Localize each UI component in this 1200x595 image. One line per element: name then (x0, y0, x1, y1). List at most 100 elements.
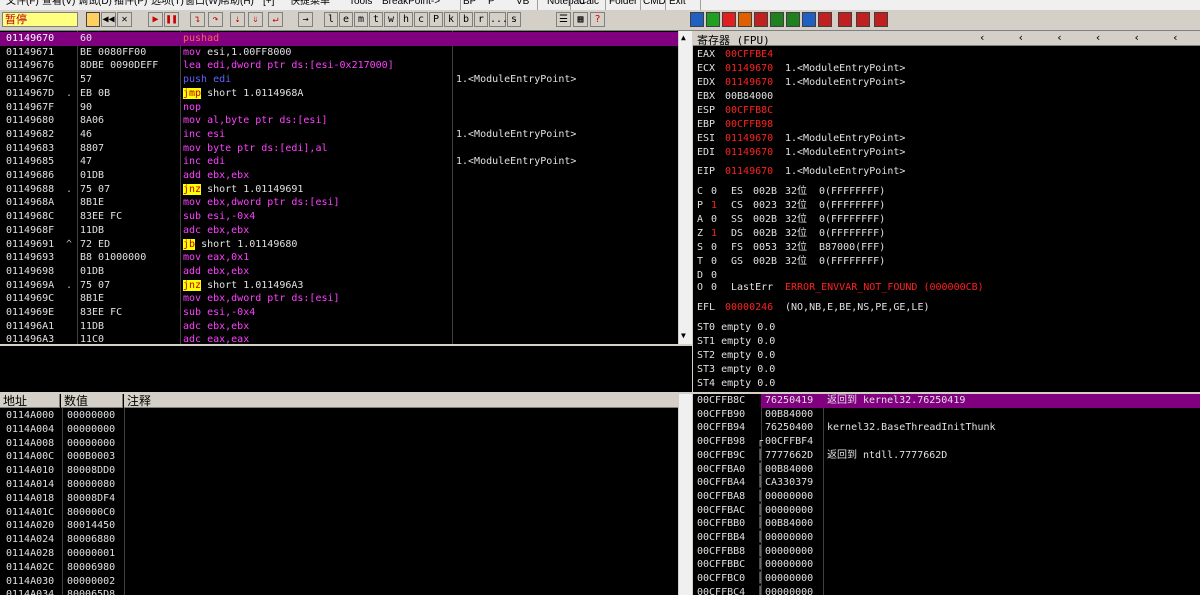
toolbar-letter-t[interactable]: t (369, 12, 383, 27)
menu-item[interactable]: 调试(D) (78, 0, 112, 7)
dump-scrollbar[interactable] (679, 394, 692, 595)
fpu-register[interactable]: ST1 empty 0.0 (697, 335, 775, 349)
menu-item[interactable]: Exit (669, 0, 686, 7)
dump-value[interactable]: 00000001 (67, 547, 115, 561)
stack-value[interactable]: 76250400 (765, 421, 813, 435)
efl-value[interactable]: 00000246 (725, 301, 773, 315)
dump-value[interactable]: 800065D8 (67, 588, 115, 595)
fpu-register[interactable]: ST4 empty 0.0 (697, 377, 775, 391)
windows-icon[interactable]: ▦ (573, 12, 588, 27)
dump-value[interactable]: 00000000 (67, 423, 115, 437)
close-icon[interactable]: ✕ (117, 12, 132, 27)
open-icon[interactable] (86, 12, 100, 27)
stack-value[interactable]: 00000000 (765, 531, 813, 545)
dump-address[interactable]: 0114A020 (6, 519, 54, 533)
toolbar-letter-k[interactable]: k (444, 12, 458, 27)
dump-address[interactable]: 0114A00C (6, 450, 54, 464)
disassembly-pane[interactable]: 01149670 60 pushad 01149671 BE 0080FF00 mov e… (0, 31, 678, 344)
register-value[interactable]: 01149670 (725, 132, 773, 146)
disasm-instruction[interactable]: mov byte ptr ds:[edi],al (183, 142, 328, 156)
menu-item[interactable]: P (488, 0, 495, 7)
register-value[interactable]: 01149670 (725, 76, 773, 90)
dump-value[interactable]: 80006980 (67, 561, 115, 575)
toolbar-letter-r[interactable]: r (474, 12, 488, 27)
stack-value[interactable]: 00000000 (765, 586, 813, 595)
plugin-icon-12[interactable] (874, 12, 888, 27)
register-value[interactable]: 00CFFB98 (725, 118, 773, 132)
stack-address[interactable]: 00CFFB94 (697, 421, 745, 435)
stack-address[interactable]: 00CFFBBC (697, 558, 745, 572)
stack-value[interactable]: 00000000 (765, 504, 813, 518)
disasm-address[interactable]: 0114967C (6, 73, 54, 87)
menu-item[interactable]: 帮助(H) (220, 0, 254, 7)
disasm-address[interactable]: 01149686 (6, 169, 54, 183)
menu-item[interactable]: Calc (579, 0, 599, 7)
plugin-icon-10[interactable] (838, 12, 852, 27)
dump-value[interactable]: 00000000 (67, 437, 115, 451)
disasm-instruction[interactable]: add ebx,ebx (183, 169, 249, 183)
flag-value[interactable]: 0 (711, 241, 717, 255)
dump-value[interactable]: 80000080 (67, 478, 115, 492)
disasm-instruction[interactable]: mov ebx,dword ptr ds:[esi] (183, 196, 340, 210)
disasm-instruction[interactable]: jnz short 1.01149691 (183, 183, 303, 197)
menu-item[interactable]: 查看(V) (42, 0, 75, 7)
disasm-address[interactable]: 011496A1 (6, 320, 54, 334)
disasm-instruction[interactable]: mov eax,0x1 (183, 251, 249, 265)
flag-value[interactable]: 0 (711, 255, 717, 269)
menu-item[interactable]: BP (463, 0, 476, 7)
menu-item[interactable]: 插件(P) (114, 0, 147, 7)
disasm-address[interactable]: 01149698 (6, 265, 54, 279)
stack-address[interactable]: 00CFFB9C (697, 449, 745, 463)
fpu-register[interactable]: ST2 empty 0.0 (697, 349, 775, 363)
register-value[interactable]: 01149670 (725, 146, 773, 160)
menu-item[interactable]: 窗口(W) (185, 0, 221, 7)
disasm-address[interactable]: 01149670 (6, 32, 54, 46)
dump-header-value[interactable]: 数值 (61, 394, 123, 408)
disasm-address[interactable]: 01149683 (6, 142, 54, 156)
stack-address[interactable]: 00CFFBAC (697, 504, 745, 518)
disasm-address[interactable]: 01149682 (6, 128, 54, 142)
restart-icon[interactable]: ◀◀ (101, 12, 116, 27)
plugin-icon-9[interactable] (818, 12, 832, 27)
disasm-instruction[interactable]: mov ebx,dword ptr ds:[esi] (183, 292, 340, 306)
plugin-icon-5[interactable] (754, 12, 768, 27)
disasm-address[interactable]: 0114969A (6, 279, 54, 293)
dump-address[interactable]: 0114A000 (6, 409, 54, 423)
disasm-address[interactable]: 0114968C (6, 210, 54, 224)
dump-value[interactable]: 80008DF4 (67, 492, 115, 506)
list-icon[interactable]: ☰ (556, 12, 571, 27)
stack-address[interactable]: 00CFFBB4 (697, 531, 745, 545)
menu-item[interactable]: CMD (643, 0, 666, 7)
disasm-instruction[interactable]: push edi (183, 73, 231, 87)
dump-value[interactable]: 00000000 (67, 409, 115, 423)
plugin-icon-3[interactable] (722, 12, 736, 27)
register-value[interactable]: 01149670 (725, 165, 773, 179)
stack-address[interactable]: 00CFFBA4 (697, 476, 745, 490)
plugin-icon-1[interactable] (690, 12, 704, 27)
disasm-instruction[interactable]: inc esi (183, 128, 225, 142)
menu-item[interactable]: 快捷菜单 (290, 0, 330, 7)
flag-value[interactable]: 1 (711, 199, 717, 213)
dump-address[interactable]: 0114A034 (6, 588, 54, 595)
disasm-address[interactable]: 011496A3 (6, 333, 54, 344)
register-value[interactable]: 01149670 (725, 62, 773, 76)
disasm-instruction[interactable]: adc eax,eax (183, 333, 249, 344)
menu-item[interactable]: 选项(T) (151, 0, 184, 7)
register-nav-arrows[interactable]: ‹‹‹‹‹‹‹ (979, 31, 1200, 44)
stack-address[interactable]: 00CFFBC4 (697, 586, 745, 595)
dump-address[interactable]: 0114A030 (6, 575, 54, 589)
execute-till-return-icon[interactable]: ↵ (268, 12, 283, 27)
dump-address[interactable]: 0114A008 (6, 437, 54, 451)
stack-value[interactable]: 00000000 (765, 545, 813, 559)
disasm-instruction[interactable]: sub esi,-0x4 (183, 306, 255, 320)
fpu-register[interactable]: ST0 empty 0.0 (697, 321, 775, 335)
pause-icon[interactable]: ❚❚ (164, 12, 179, 27)
toolbar-letter-m[interactable]: m (354, 12, 368, 27)
disasm-address[interactable]: 01149680 (6, 114, 54, 128)
menu-item[interactable]: [+] (263, 0, 274, 7)
trace-over-icon[interactable]: ⇓ (248, 12, 263, 27)
disasm-address[interactable]: 01149693 (6, 251, 54, 265)
disasm-instruction[interactable]: add ebx,ebx (183, 265, 249, 279)
stack-address[interactable]: 00CFFBB0 (697, 517, 745, 531)
disasm-instruction[interactable]: sub esi,-0x4 (183, 210, 255, 224)
